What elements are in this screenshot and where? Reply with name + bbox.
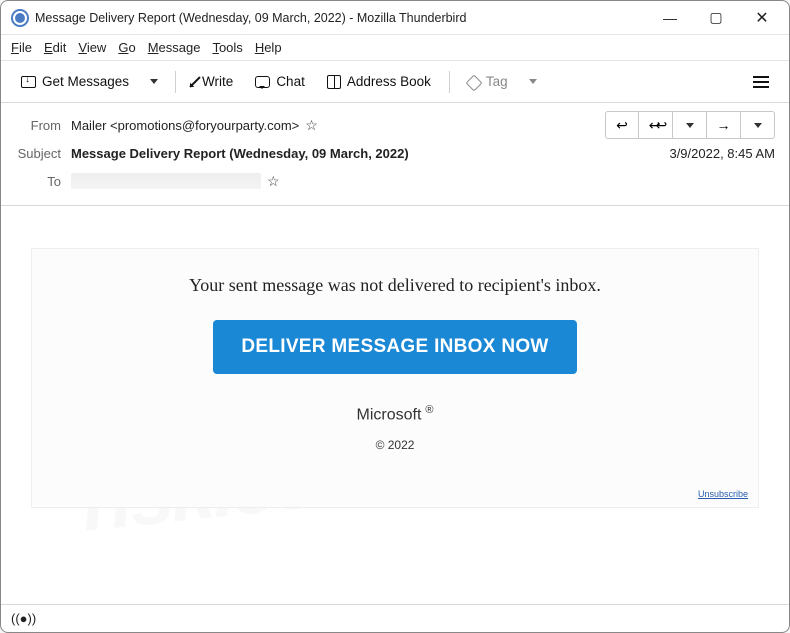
forward-dropdown[interactable] [741, 111, 775, 139]
titlebar: Message Delivery Report (Wednesday, 09 M… [1, 1, 789, 35]
reply-all-button[interactable]: ↩↩ [639, 111, 673, 139]
copyright-text: © 2022 [54, 438, 736, 452]
menu-message[interactable]: Message [148, 40, 201, 55]
to-label: To [15, 174, 71, 189]
menubar: File Edit View Go Message Tools Help [1, 35, 789, 61]
get-messages-label: Get Messages [42, 74, 129, 89]
chat-icon [255, 76, 270, 88]
from-value[interactable]: Mailer <promotions@foryourparty.com> [71, 118, 299, 133]
chevron-down-icon [754, 123, 762, 128]
to-value-redacted [71, 173, 261, 189]
chat-label: Chat [276, 74, 305, 89]
registered-mark: ® [425, 404, 433, 416]
write-button[interactable]: Write [186, 69, 241, 94]
pencil-icon [189, 76, 200, 87]
app-icon [11, 9, 29, 27]
brand-text: Microsoft ® [54, 404, 736, 424]
chevron-down-icon [686, 123, 694, 128]
reply-dropdown[interactable] [673, 111, 707, 139]
menu-tools[interactable]: Tools [212, 40, 242, 55]
app-menu-button[interactable] [745, 71, 777, 93]
brand-name: Microsoft [356, 406, 421, 423]
minimize-button[interactable]: — [647, 1, 693, 35]
unsubscribe-link[interactable]: Unsubscribe [698, 489, 748, 499]
message-date: 3/9/2022, 8:45 AM [669, 146, 775, 161]
chat-button[interactable]: Chat [247, 69, 313, 94]
get-messages-button[interactable]: Get Messages [13, 69, 137, 94]
tag-dropdown[interactable] [522, 68, 544, 96]
toolbar: Get Messages Write Chat Address Book Tag [1, 61, 789, 103]
subject-label: Subject [15, 146, 71, 161]
email-card: Your sent message was not delivered to r… [31, 248, 759, 508]
star-icon[interactable]: ☆ [267, 173, 280, 190]
chevron-down-icon [529, 79, 537, 84]
address-book-button[interactable]: Address Book [319, 69, 439, 94]
menu-edit[interactable]: Edit [44, 40, 66, 55]
inbox-download-icon [21, 76, 36, 88]
forward-button[interactable]: → [707, 111, 741, 139]
menu-go[interactable]: Go [118, 40, 135, 55]
tag-button[interactable]: Tag [460, 69, 516, 94]
message-body: PC risk.com Your sent message was not de… [1, 206, 789, 604]
tag-label: Tag [486, 74, 508, 89]
reply-button[interactable]: ↩ [605, 111, 639, 139]
app-window: Message Delivery Report (Wednesday, 09 M… [0, 0, 790, 633]
connection-indicator-icon: ((●)) [11, 611, 36, 626]
headline-text: Your sent message was not delivered to r… [54, 275, 736, 296]
message-actions: ↩ ↩↩ → [605, 111, 775, 139]
statusbar: ((●)) [1, 604, 789, 632]
subject-value: Message Delivery Report (Wednesday, 09 M… [71, 146, 409, 161]
close-button[interactable]: ✕ [739, 1, 785, 35]
chevron-down-icon [150, 79, 158, 84]
address-book-label: Address Book [347, 74, 431, 89]
tag-icon [465, 74, 482, 91]
maximize-button[interactable]: ▢ [693, 1, 739, 35]
deliver-message-button[interactable]: DELIVER MESSAGE INBOX NOW [213, 320, 576, 374]
address-book-icon [327, 75, 341, 89]
get-messages-dropdown[interactable] [143, 68, 165, 96]
hamburger-icon [753, 76, 769, 88]
star-icon[interactable]: ☆ [305, 117, 318, 134]
menu-file[interactable]: File [11, 40, 32, 55]
window-title: Message Delivery Report (Wednesday, 09 M… [35, 11, 466, 25]
menu-help[interactable]: Help [255, 40, 282, 55]
message-header: From Mailer <promotions@foryourparty.com… [1, 103, 789, 206]
write-label: Write [202, 74, 233, 89]
menu-view[interactable]: View [78, 40, 106, 55]
from-label: From [15, 118, 71, 133]
